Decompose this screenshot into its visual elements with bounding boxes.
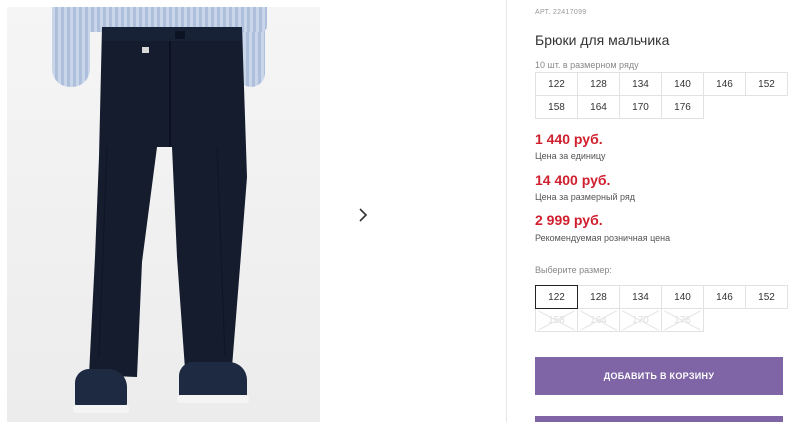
size-option-unavailable: 176 xyxy=(661,308,704,332)
size-option-unavailable: 170 xyxy=(619,308,662,332)
size-row-cell: 134 xyxy=(619,72,662,96)
unit-price-caption: Цена за единицу xyxy=(535,151,606,161)
size-row-cell: 176 xyxy=(661,95,704,119)
gallery-next-button[interactable] xyxy=(344,196,382,234)
size-option-selected[interactable]: 122 xyxy=(535,285,578,309)
size-option-unavailable: 164 xyxy=(577,308,620,332)
size-option[interactable]: 128 xyxy=(577,285,620,309)
sizes-note: 10 шт. в размерном ряду xyxy=(535,60,639,70)
size-row-cell: 158 xyxy=(535,95,578,119)
size-option[interactable]: 146 xyxy=(703,285,746,309)
retail-price-caption: Рекомендуемая розничная цена xyxy=(535,233,671,243)
retail-price: 2 999 руб. xyxy=(535,212,603,228)
chevron-right-icon xyxy=(359,208,368,222)
size-row-price: 14 400 руб. xyxy=(535,172,611,188)
shoe-sole-left xyxy=(73,405,129,413)
unit-price: 1 440 руб. xyxy=(535,131,603,147)
size-row-price-caption: Цена за размерный ряд xyxy=(535,192,636,202)
size-option[interactable]: 140 xyxy=(661,285,704,309)
size-row-cell: 146 xyxy=(703,72,746,96)
size-row-cell: 170 xyxy=(619,95,662,119)
product-photo[interactable] xyxy=(7,7,320,422)
panel-divider xyxy=(506,0,507,422)
size-picker: 122 128 134 140 146 152 158 164 170 176 xyxy=(535,285,788,332)
size-option[interactable]: 152 xyxy=(745,285,788,309)
size-option-unavailable: 158 xyxy=(535,308,578,332)
add-to-cart-button[interactable]: ДОБАВИТЬ В КОРЗИНУ xyxy=(535,357,783,395)
product-title: Брюки для мальчика xyxy=(535,32,670,48)
trousers-illustration xyxy=(89,27,247,377)
shoe-left xyxy=(75,369,127,409)
size-row-cell: 164 xyxy=(577,95,620,119)
article-number: АРТ. 22417099 xyxy=(535,9,587,16)
size-row-cell: 152 xyxy=(745,72,788,96)
shoe-sole-right xyxy=(177,395,249,403)
size-row-grid: 122 128 134 140 146 152 158 164 170 176 xyxy=(535,72,788,119)
size-row-cell: 128 xyxy=(577,72,620,96)
size-option[interactable]: 134 xyxy=(619,285,662,309)
size-row-cell: 140 xyxy=(661,72,704,96)
size-picker-label: Выберите размер: xyxy=(535,265,612,275)
secondary-action-button[interactable] xyxy=(535,416,783,422)
size-row-cell: 122 xyxy=(535,72,578,96)
